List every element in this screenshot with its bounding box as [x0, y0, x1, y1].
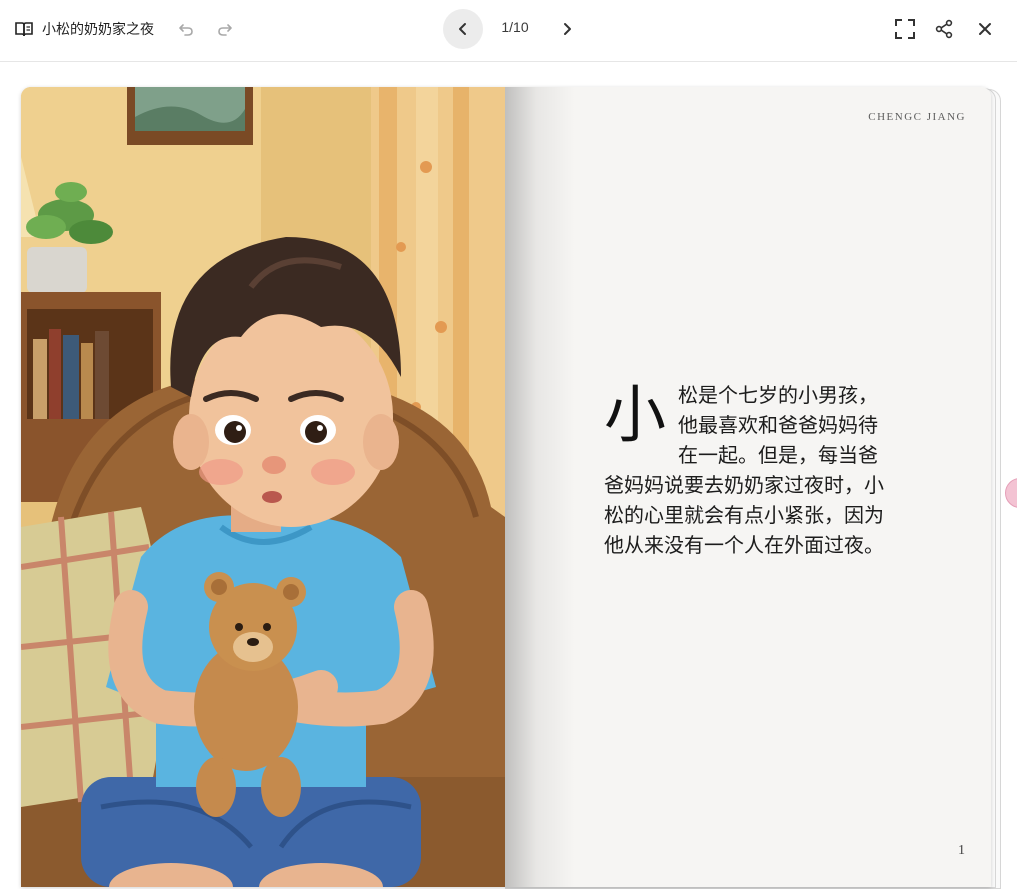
fullscreen-button[interactable]: [893, 17, 917, 41]
share-icon: [935, 19, 953, 39]
undo-button[interactable]: [177, 19, 195, 39]
author-name: CHENGC JIANG: [868, 111, 966, 123]
story-text: 小松是个七岁的小男孩，他最喜欢和爸爸妈妈待在一起。但是，每当爸爸妈妈说要去奶奶家…: [604, 380, 894, 560]
book-open-icon: [14, 19, 34, 39]
page-number: 1: [958, 843, 965, 858]
undo-icon: [179, 24, 193, 36]
close-button[interactable]: [973, 17, 997, 41]
title-group: 小松的奶奶家之夜: [14, 0, 154, 58]
floating-assistant-badge[interactable]: [1005, 478, 1017, 508]
drop-cap: 小: [604, 378, 667, 451]
book-title: 小松的奶奶家之夜: [42, 22, 154, 38]
top-bar: 小松的奶奶家之夜 1/10: [0, 0, 1017, 62]
redo-button[interactable]: [216, 19, 234, 39]
share-button[interactable]: [932, 17, 956, 41]
illustration-page: [21, 87, 505, 887]
book-spread: CHENGC JIANG 小松是个七岁的小男孩，他最喜欢和爸爸妈妈待在一起。但是…: [21, 87, 991, 887]
previous-page-button[interactable]: [443, 9, 483, 49]
chevron-left-icon: [459, 23, 466, 35]
story-illustration: [21, 87, 505, 887]
text-page: CHENGC JIANG 小松是个七岁的小男孩，他最喜欢和爸爸妈妈待在一起。但是…: [505, 87, 991, 887]
next-page-button[interactable]: [547, 9, 587, 49]
chevron-right-icon: [564, 23, 571, 35]
fullscreen-icon: [895, 19, 915, 39]
page-indicator: 1/10: [501, 19, 529, 35]
redo-icon: [218, 24, 232, 36]
close-icon: [979, 23, 991, 35]
gutter-shadow: [505, 87, 575, 887]
